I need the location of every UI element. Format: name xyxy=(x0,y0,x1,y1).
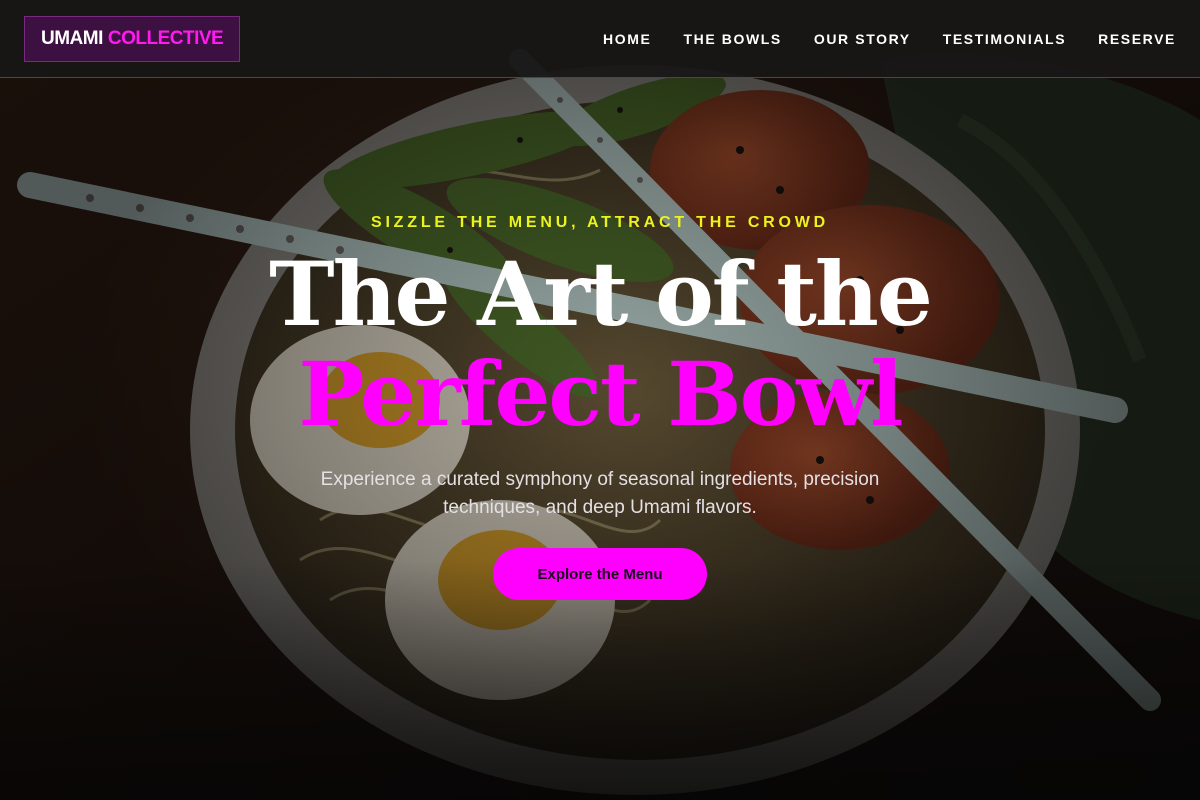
hero-headline: The Art of the Perfect Bowl xyxy=(269,242,933,446)
nav-link-the-bowls[interactable]: THE BOWLS xyxy=(683,31,781,47)
hero-eyebrow: SIZZLE THE MENU, ATTRACT THE CROWD xyxy=(370,214,830,231)
logo-text-primary: UMAMI xyxy=(41,27,103,49)
explore-menu-button[interactable]: Explore the Menu xyxy=(493,548,707,600)
nav-link-our-story[interactable]: OUR STORY xyxy=(814,31,911,47)
nav-link-testimonials[interactable]: TESTIMONIALS xyxy=(943,31,1066,47)
site-header: UMAMI COLLECTIVE HOME THE BOWLS OUR STOR… xyxy=(0,0,1200,78)
main-nav: HOME THE BOWLS OUR STORY TESTIMONIALS RE… xyxy=(603,31,1176,47)
logo-text-accent: COLLECTIVE xyxy=(107,27,224,49)
hero-section: SIZZLE THE MENU, ATTRACT THE CROWD The A… xyxy=(0,78,1200,800)
nav-link-home[interactable]: HOME xyxy=(603,31,651,47)
hero-headline-line1: The Art of the xyxy=(269,242,933,346)
logo[interactable]: UMAMI COLLECTIVE xyxy=(24,15,241,62)
nav-link-reserve[interactable]: RESERVE xyxy=(1098,31,1176,47)
hero-headline-line2: Perfect Bowl xyxy=(298,342,903,446)
hero-subtitle: Experience a curated symphony of seasona… xyxy=(320,469,880,518)
